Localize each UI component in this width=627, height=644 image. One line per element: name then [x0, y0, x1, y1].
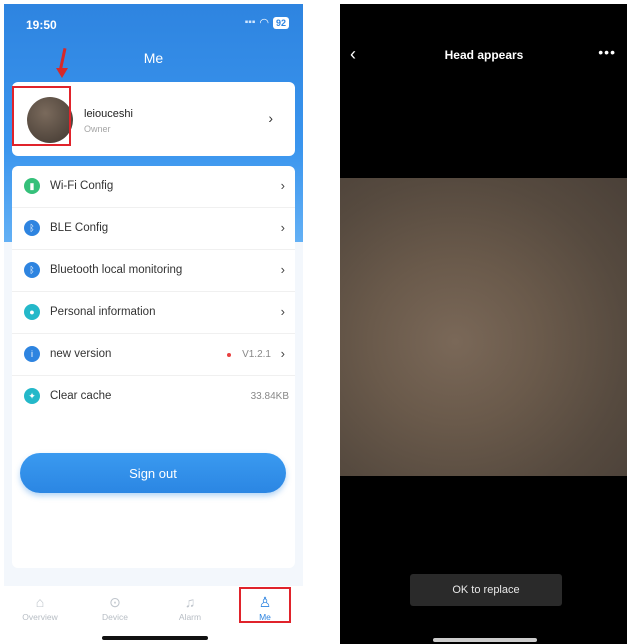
status-bar: 19:50 ▪▪▪ ◠ 92	[4, 4, 303, 40]
profile-name: leiouceshi	[84, 108, 133, 120]
menu-item-label: Wi-Fi Config	[50, 180, 114, 192]
menu-item-new-version[interactable]: i new version V1.2.1 ›	[12, 334, 295, 376]
broom-icon: ✦	[24, 388, 40, 404]
chevron-right-icon: ›	[280, 304, 285, 319]
device-icon: ⊙	[109, 594, 121, 610]
menu-item-label: new version	[50, 348, 112, 360]
home-indicator	[102, 636, 208, 640]
bell-icon: ♫	[184, 594, 196, 610]
menu-item-wifi-config[interactable]: ▮ Wi-Fi Config ›	[12, 166, 295, 208]
bluetooth-icon: ᛒ	[24, 262, 40, 278]
menu-item-label: Personal information	[50, 306, 156, 318]
person-icon: ●	[24, 304, 40, 320]
tab-label: Overview	[22, 612, 58, 622]
settings-menu: ▮ Wi-Fi Config › ᛒ BLE Config › ᛒ Blueto…	[12, 166, 295, 568]
profile-role: Owner	[84, 124, 111, 134]
page-title: Head appears	[444, 48, 524, 62]
info-icon: i	[24, 346, 40, 362]
overview-icon: ⌂	[35, 594, 45, 610]
signal-icon: ▪▪▪	[244, 17, 256, 28]
tab-alarm[interactable]: ♫ Alarm	[165, 594, 215, 622]
ble-icon: ᛒ	[24, 220, 40, 236]
sign-out-button[interactable]: Sign out	[20, 453, 286, 493]
chevron-right-icon: ›	[280, 346, 285, 361]
menu-item-label: Bluetooth local monitoring	[50, 264, 183, 276]
home-indicator	[433, 638, 537, 642]
annotation-arrow-head	[56, 68, 68, 78]
avatar-highlight-box	[12, 86, 71, 146]
wifi-config-icon: ▮	[24, 178, 40, 194]
status-time: 19:50	[26, 18, 57, 32]
chevron-right-icon: ›	[280, 178, 285, 193]
tab-label: Device	[102, 612, 128, 622]
update-dot-icon	[227, 353, 231, 357]
avatar-photo-preview	[340, 178, 627, 476]
cache-size-value: 33.84KB	[250, 391, 289, 402]
menu-item-personal-information[interactable]: ● Personal information ›	[12, 292, 295, 334]
menu-item-label: Clear cache	[50, 390, 112, 402]
menu-item-label: BLE Config	[50, 222, 109, 234]
tab-device[interactable]: ⊙ Device	[90, 594, 140, 622]
status-indicators: ▪▪▪ ◠ 92	[245, 16, 289, 29]
menu-item-bluetooth-monitoring[interactable]: ᛒ Bluetooth local monitoring ›	[12, 250, 295, 292]
head-appears-screen: ‹ Head appears ••• OK to replace	[340, 4, 627, 644]
tab-overview[interactable]: ⌂ Overview	[15, 594, 65, 622]
chevron-right-icon: ›	[280, 220, 285, 235]
menu-item-ble-config[interactable]: ᛒ BLE Config ›	[12, 208, 295, 250]
ok-to-replace-button[interactable]: OK to replace	[410, 574, 562, 606]
battery-icon: 92	[272, 16, 289, 29]
tab-label: Alarm	[178, 612, 202, 622]
me-tab-highlight-box	[239, 587, 291, 623]
wifi-icon: ◠	[259, 17, 269, 29]
menu-item-clear-cache[interactable]: ✦ Clear cache 33.84KB	[12, 376, 295, 418]
page-title: Me	[143, 50, 164, 66]
more-icon[interactable]: •••	[598, 44, 616, 60]
chevron-right-icon: ›	[280, 262, 285, 277]
chevron-right-icon: ›	[268, 110, 273, 126]
version-value: V1.2.1	[242, 349, 271, 360]
